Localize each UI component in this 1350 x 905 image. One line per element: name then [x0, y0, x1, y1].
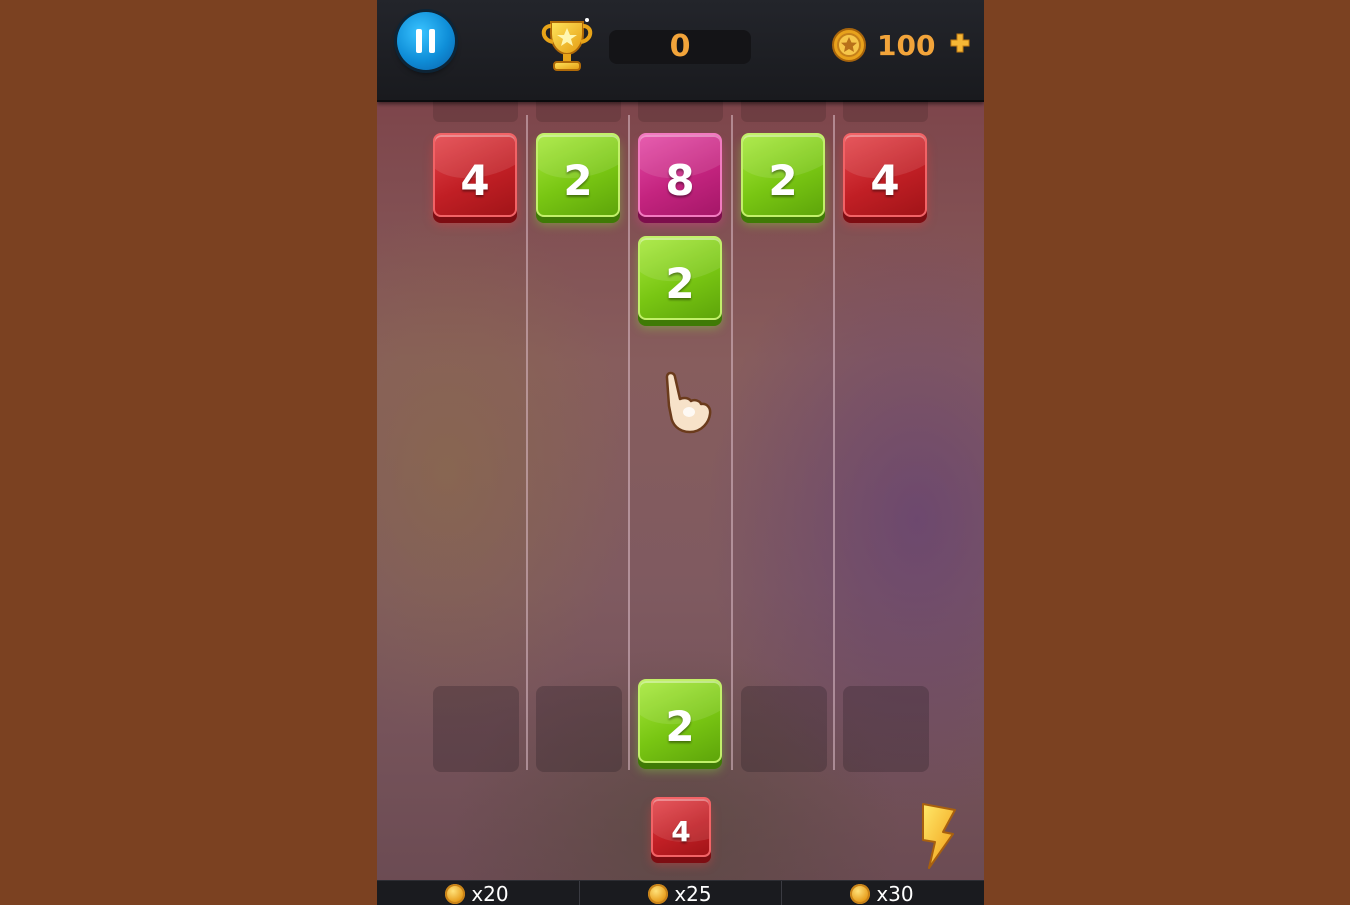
top-hud: 0 100	[377, 0, 984, 102]
shop-price: x20	[471, 882, 509, 905]
lightning-bolt-icon[interactable]	[909, 800, 961, 870]
launch-slot-4[interactable]	[741, 686, 827, 772]
game-area: 0 100 4 2 8 2 4 2 2 4 x20 x25 x30	[377, 0, 984, 905]
next-tile: 4	[651, 797, 711, 857]
tile-column-5[interactable]: 4	[843, 133, 927, 217]
tile-value: 2	[665, 259, 695, 308]
shop-bar: x20 x25 x30	[377, 880, 984, 905]
shop-item-1[interactable]: x20	[377, 881, 577, 905]
score-display: 0	[609, 30, 751, 64]
trophy-icon	[541, 18, 593, 71]
column-divider	[731, 115, 733, 770]
tile-value: 2	[563, 156, 593, 205]
column-top-cap	[536, 100, 621, 122]
launch-slot-2[interactable]	[536, 686, 622, 772]
pause-button[interactable]	[397, 12, 455, 70]
shop-price: x30	[876, 882, 914, 905]
tile-value: 2	[665, 702, 695, 751]
launch-slot-1[interactable]	[433, 686, 519, 772]
column-top-cap	[433, 100, 518, 122]
column-top-cap	[638, 100, 723, 122]
coin-icon	[850, 884, 871, 904]
shop-item-2[interactable]: x25	[580, 881, 780, 905]
tile-value: 4	[870, 156, 900, 205]
coin-icon	[648, 884, 669, 904]
tile-column-3[interactable]: 8	[638, 133, 722, 217]
launch-slot-5[interactable]	[843, 686, 929, 772]
tile-value: 2	[768, 156, 798, 205]
column-divider	[526, 115, 528, 770]
coin-icon	[832, 28, 866, 62]
shop-price: x25	[674, 882, 712, 905]
current-tile[interactable]: 2	[638, 679, 722, 763]
tile-column-4[interactable]: 2	[741, 133, 825, 217]
column-divider	[628, 115, 630, 770]
pause-icon	[416, 29, 436, 53]
tile-value: 8	[665, 156, 695, 205]
coin-balance: 100	[877, 29, 936, 62]
pointing-hand-icon	[665, 371, 712, 434]
coin-icon	[445, 884, 466, 904]
shop-item-3[interactable]: x30	[782, 881, 982, 905]
column-divider	[833, 115, 835, 770]
plus-icon[interactable]	[949, 32, 971, 54]
tile-column-1[interactable]: 4	[433, 133, 517, 217]
tile-column-3-row-2[interactable]: 2	[638, 236, 722, 320]
tile-value: 4	[671, 815, 691, 848]
column-top-cap	[741, 100, 826, 122]
tile-column-2[interactable]: 2	[536, 133, 620, 217]
column-top-cap	[843, 100, 928, 122]
tile-value: 4	[460, 156, 490, 205]
